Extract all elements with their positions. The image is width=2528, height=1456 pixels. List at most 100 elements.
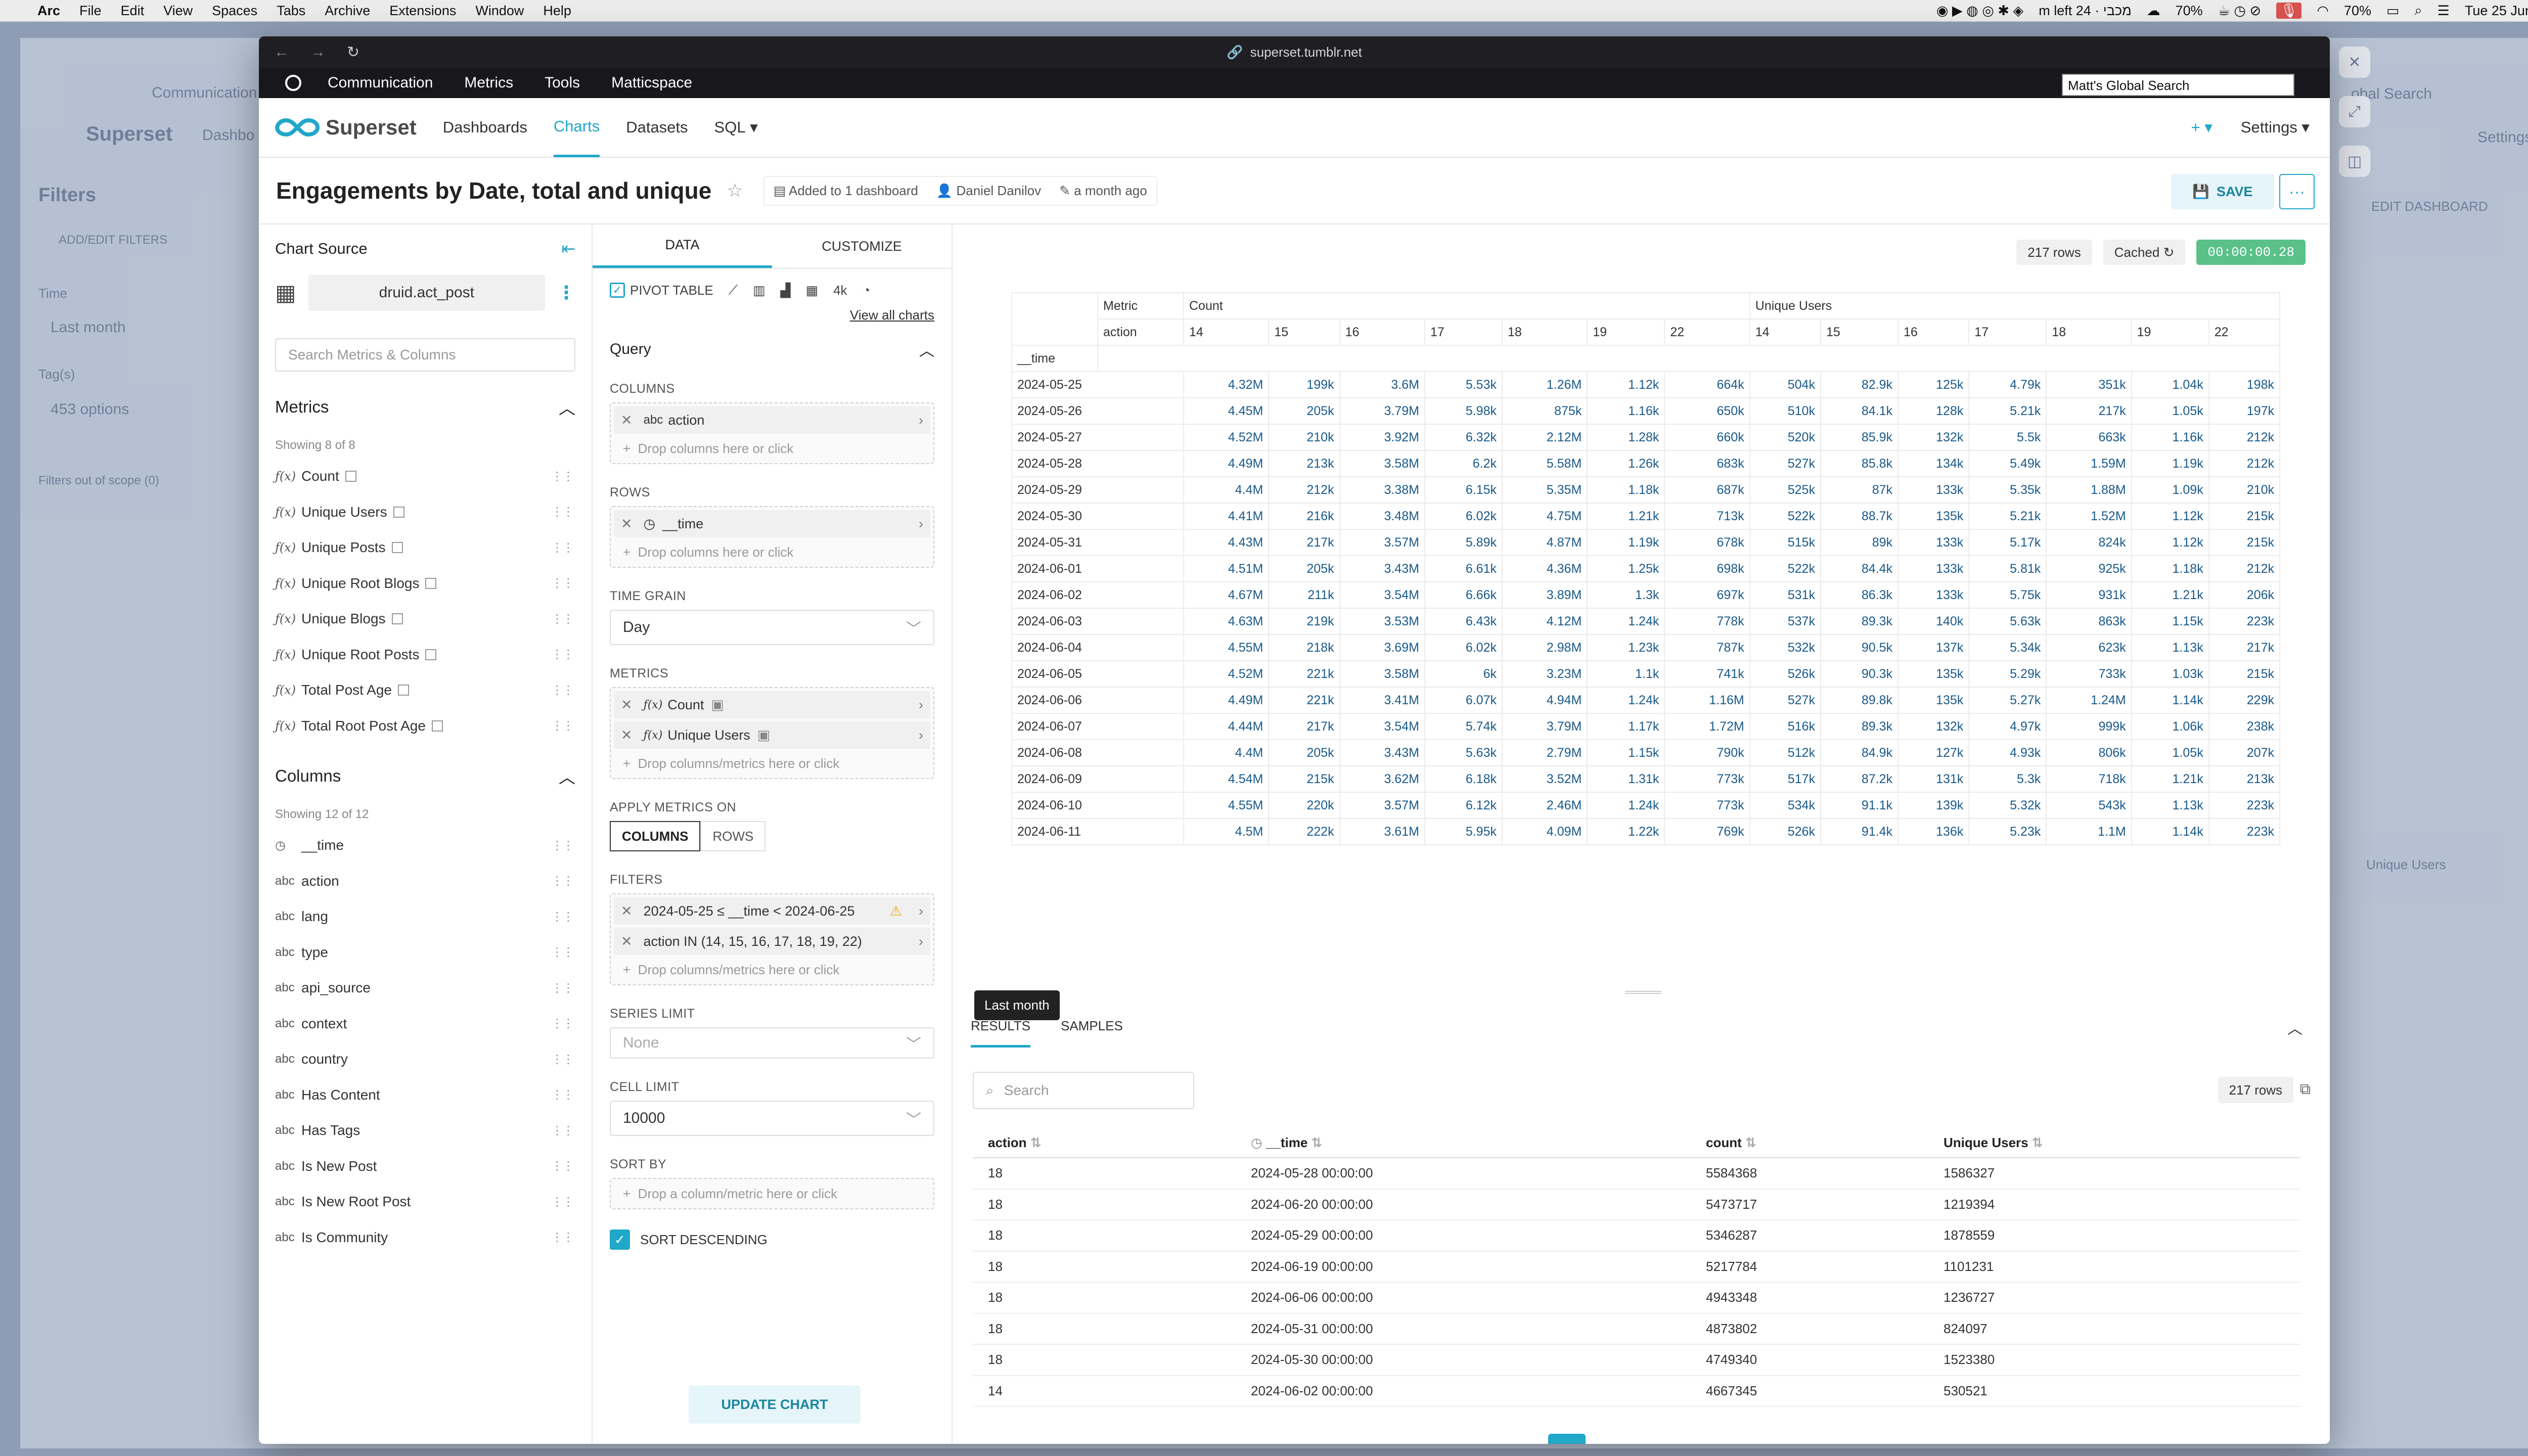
remove-icon[interactable]: ✕ [621, 934, 633, 949]
remove-icon[interactable]: ✕ [621, 727, 633, 743]
remove-icon[interactable]: ✕ [621, 516, 633, 532]
metrics-section-header[interactable]: Metrics ︿ [275, 395, 575, 419]
metrics-columns-search-input[interactable]: Search Metrics & Columns [275, 338, 575, 372]
pivot-group-count[interactable]: Count [1183, 292, 1750, 320]
drag-handle-icon[interactable]: ⋮⋮ [551, 469, 574, 484]
results-search-input[interactable]: ⌕ Search [973, 1072, 1194, 1109]
drag-handle-icon[interactable]: ⋮⋮ [551, 576, 574, 590]
menu-file[interactable]: File [79, 3, 102, 19]
filters-drop-placeholder[interactable]: + Drop columns/metrics here or click [614, 958, 930, 981]
nav-sql[interactable]: SQL ▾ [714, 98, 758, 157]
reload-icon[interactable]: ↻ [347, 43, 359, 61]
star-icon[interactable]: ☆ [727, 180, 743, 201]
update-chart-button[interactable]: UPDATE CHART [689, 1385, 861, 1424]
column-item[interactable]: abc Is New Root Post ⋮⋮ [275, 1184, 575, 1220]
nav-matticspace[interactable]: Matticspace [611, 74, 692, 92]
pivot-action-header[interactable]: 22 [1664, 318, 1750, 346]
settings-menu[interactable]: Settings ▾ [2241, 118, 2310, 136]
page-button[interactable]: 1 [1548, 1434, 1586, 1444]
resize-handle[interactable] [1625, 991, 1661, 994]
url-bar[interactable]: 🔗 superset.tumblr.net [1227, 44, 1362, 60]
menu-window[interactable]: Window [475, 3, 524, 19]
pie-chart-icon[interactable]: ◔ [863, 283, 871, 298]
menu-edit[interactable]: Edit [121, 3, 145, 19]
rows-drop-placeholder[interactable]: + Drop columns here or click [614, 540, 930, 564]
metric-item[interactable]: ƒ(x) Unique Root Blogs ⋮⋮ [275, 566, 575, 602]
cell-limit-select[interactable]: 10000 ﹀ [610, 1101, 934, 1136]
pivot-action-header[interactable]: 17 [1968, 318, 2047, 346]
page-button[interactable]: 4 [1682, 1434, 1719, 1444]
viz-pivot-table[interactable]: ✓ PIVOT TABLE [610, 283, 713, 298]
pivot-action-header[interactable]: 19 [1587, 318, 1665, 346]
sort-by-placeholder[interactable]: + Drop a column/metric here or click [614, 1182, 930, 1205]
tab-customize[interactable]: CUSTOMIZE [772, 224, 952, 268]
line-chart-icon[interactable]: ⟋ [729, 282, 738, 298]
dataset-name[interactable]: druid.act_post [308, 275, 545, 311]
view-all-charts-link[interactable]: View all charts [593, 298, 952, 323]
drag-handle-icon[interactable]: ⋮⋮ [551, 647, 574, 662]
chart-title[interactable]: Engagements by Date, total and unique [276, 177, 711, 204]
tab-samples[interactable]: SAMPLES [1061, 1018, 1123, 1048]
drag-handle-icon[interactable]: ⋮⋮ [551, 1195, 574, 1209]
metric-item[interactable]: ƒ(x) Unique Blogs ⋮⋮ [275, 601, 575, 637]
back-icon[interactable]: ← [274, 43, 289, 61]
menu-view[interactable]: View [163, 3, 193, 19]
nav-communication[interactable]: Communication [328, 74, 433, 92]
page-button[interactable]: 5 [1726, 1434, 1764, 1444]
column-item[interactable]: abc api_source ⋮⋮ [275, 970, 575, 1006]
pivot-action-header[interactable]: 15 [1268, 318, 1340, 346]
column-item[interactable]: abc type ⋮⋮ [275, 935, 575, 971]
page-prev-button[interactable]: « [1504, 1434, 1541, 1444]
drag-handle-icon[interactable]: ⋮⋮ [551, 505, 574, 519]
drag-handle-icon[interactable]: ⋮⋮ [551, 612, 574, 626]
dashboard-link[interactable]: ▤ Added to 1 dashboard [774, 183, 918, 199]
tab-data[interactable]: DATA [593, 224, 772, 268]
column-item[interactable]: abc Has Content ⋮⋮ [275, 1077, 575, 1113]
forward-icon[interactable]: → [310, 43, 326, 61]
nav-metrics[interactable]: Metrics [464, 74, 513, 92]
big-number-icon[interactable]: 4k [833, 283, 847, 298]
status-text[interactable]: m left 24 · מכבי [2039, 3, 2131, 19]
column-item[interactable]: abc Is Community ⋮⋮ [275, 1220, 575, 1256]
clock[interactable]: Tue 25 Jun 14:56 [2465, 3, 2528, 19]
rows-pill[interactable]: ✕ ◷ __time › [614, 510, 930, 537]
menu-arc[interactable]: Arc [37, 3, 60, 19]
metric-item[interactable]: ƒ(x) Count ⋮⋮ [275, 459, 575, 494]
pivot-action-header[interactable]: 19 [2131, 318, 2209, 346]
metric-item[interactable]: ƒ(x) Total Post Age ⋮⋮ [275, 672, 575, 708]
pivot-action-header[interactable]: 14 [1183, 318, 1270, 346]
metric-pill-unique-users[interactable]: ✕ ƒ(x) Unique Users ▣ › [614, 721, 930, 749]
plus-button[interactable]: + ▾ [2191, 118, 2213, 136]
misc-icons[interactable]: ☕ ◷ ⊘ [2218, 3, 2261, 19]
page-button[interactable]: 3 [1637, 1434, 1675, 1444]
save-button[interactable]: 💾 SAVE [2171, 174, 2274, 209]
series-limit-select[interactable]: None ﹀ [610, 1027, 934, 1059]
results-col-count[interactable]: count ⇅ [1691, 1128, 1928, 1158]
drag-handle-icon[interactable]: ⋮⋮ [551, 1123, 574, 1138]
apply-rows-button[interactable]: ROWS [700, 821, 766, 851]
columns-pill[interactable]: ✕ abc action › [614, 406, 930, 434]
metric-item[interactable]: ƒ(x) Total Root Post Age ⋮⋮ [275, 708, 575, 744]
mic-icon[interactable]: 🎙 [2276, 3, 2302, 19]
column-item[interactable]: abc country ⋮⋮ [275, 1041, 575, 1077]
remove-icon[interactable]: ✕ [621, 903, 633, 919]
global-search-input[interactable]: Matt's Global Search [2062, 74, 2294, 96]
search-icon[interactable]: ⌕ [2414, 3, 2422, 19]
pivot-group-unique-users[interactable]: Unique Users [1749, 292, 2281, 320]
split-view-icon[interactable]: ◫ [2339, 146, 2370, 177]
company-logo-icon[interactable] [285, 75, 301, 91]
apply-columns-button[interactable]: COLUMNS [610, 821, 701, 851]
metric-item[interactable]: ƒ(x) Unique Posts ⋮⋮ [275, 530, 575, 566]
more-options-button[interactable]: ··· [2279, 174, 2315, 209]
dataset-menu-icon[interactable]: ⋮ [557, 282, 575, 303]
bar-chart-icon[interactable]: ▥ [753, 283, 765, 298]
results-col-action[interactable]: action ⇅ [973, 1128, 1236, 1158]
nav-datasets[interactable]: Datasets [626, 98, 688, 157]
page-next-button[interactable]: » [1771, 1434, 1808, 1444]
filter-pill-time[interactable]: ✕ 2024-05-25 ≤ __time < 2024-06-25 ⚠ › [614, 897, 930, 925]
superset-brand[interactable]: Superset [275, 115, 417, 140]
metrics-drop-placeholder[interactable]: + Drop columns/metrics here or click [614, 752, 930, 775]
metric-item[interactable]: ƒ(x) Unique Root Posts ⋮⋮ [275, 637, 575, 673]
area-chart-icon[interactable]: ▟ [781, 283, 791, 298]
collapse-results-icon[interactable]: ︿ [2287, 1016, 2303, 1038]
